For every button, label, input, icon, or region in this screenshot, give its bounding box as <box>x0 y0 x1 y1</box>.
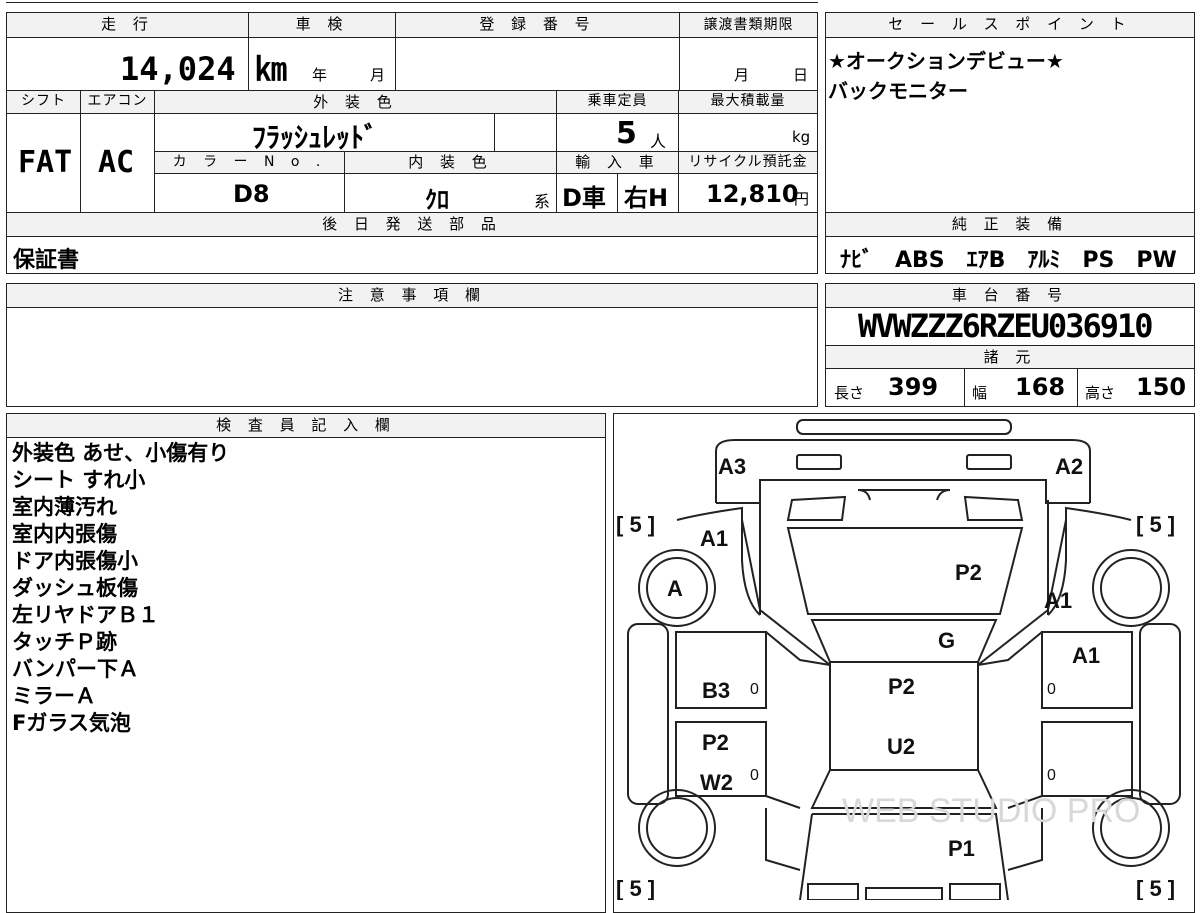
inspector-note: ドア内張傷小 <box>12 549 138 573</box>
sales-point-item: バックモニター <box>828 79 968 103</box>
mileage-value: 14,024 ㎞ <box>120 50 287 88</box>
ext-color-header: 外 装 色 <box>155 91 556 113</box>
equipment-header: 純 正 装 備 <box>826 213 1194 236</box>
inspection-year: 年 <box>312 66 328 84</box>
tread-rear-left: [ 5 ] <box>616 876 655 900</box>
equipment-value: ﾅﾋﾞ ABS ｴｱB ｱﾙﾐ PS PW <box>840 248 1177 273</box>
label-rear-door-left-1: P2 <box>702 730 729 755</box>
label-windshield: G <box>938 628 955 653</box>
zero-mark: 0 <box>1047 767 1056 784</box>
capacity-header: 乗車定員 <box>557 91 678 113</box>
deadline-day: 日 <box>793 66 809 84</box>
inspector-note: バンパー下Ａ <box>12 657 140 681</box>
inspector-note: 室内内張傷 <box>12 522 117 546</box>
chassis-number: WVWZZZ6RZEU036910 <box>858 307 1154 345</box>
inspector-header: 検 査 員 記 入 欄 <box>7 414 605 437</box>
deadline-month: 月 <box>734 66 750 84</box>
tread-front-left: [ 5 ] <box>616 512 655 537</box>
inspector-note: 外装色 あせ、小傷有り <box>12 441 230 465</box>
label-trunk: P1 <box>948 836 975 861</box>
label-front-door-right: A1 <box>1072 643 1100 668</box>
deadline-header: 譲渡書類期限 <box>680 13 817 37</box>
inspector-note: ダッシュ板傷 <box>12 576 138 600</box>
aircon-header: エアコン <box>81 91 154 113</box>
int-color-suffix: 系 <box>534 192 551 211</box>
chassis-header: 車 台 番 号 <box>826 284 1194 307</box>
label-roof-rear: U2 <box>887 734 915 759</box>
label-fender-right: A1 <box>1044 588 1072 613</box>
sales-point-item: ★オークションデビュー★ <box>828 49 1064 73</box>
label-roof: P2 <box>888 674 915 699</box>
capacity-value: 5 <box>616 116 637 151</box>
zero-mark: 0 <box>750 681 759 698</box>
inspector-note: Fガラス気泡 <box>12 711 131 735</box>
watermark: WEB STUDIO PRO <box>842 792 1140 830</box>
notes-header: 注 意 事 項 欄 <box>7 284 817 307</box>
label-wheel-front-left: A <box>667 576 683 601</box>
car-damage-diagram: A3 A2 [ 5 ] [ 5 ] A1 A P2 A1 G A1 P2 B3 … <box>616 419 1181 900</box>
max-load-header: 最大積載量 <box>679 91 817 113</box>
tread-front-right: [ 5 ] <box>1136 512 1175 537</box>
zero-mark: 0 <box>1047 681 1056 698</box>
shift-value: FAT <box>18 145 73 180</box>
inspector-note: 室内薄汚れ <box>12 495 117 519</box>
label-front-left: A3 <box>718 454 746 479</box>
label-front-right: A2 <box>1055 454 1083 479</box>
later-parts-value: 保証書 <box>13 248 80 273</box>
sales-points-list: ★オークションデビュー★ バックモニター <box>828 46 1064 106</box>
inspector-note: ミラーＡ <box>12 684 96 708</box>
recycle-value: 12,810 <box>706 180 799 208</box>
label-fender-left: A1 <box>700 526 728 551</box>
specs-header: 諸 元 <box>826 346 1194 368</box>
steering-value: 右H <box>624 184 669 212</box>
import-header: 輸 入 車 <box>557 152 678 173</box>
ext-color-value: ﾌﾗｯｼｭﾚｯﾄﾞ <box>252 121 379 154</box>
int-color-header: 内 装 色 <box>345 152 556 173</box>
inspector-note: シート すれ小 <box>12 468 146 492</box>
import-type: D車 <box>562 184 606 212</box>
length-value: 399 <box>888 373 939 401</box>
int-color-value: ｸﾛ <box>425 186 449 214</box>
height-label: 高さ <box>1085 384 1116 402</box>
width-value: 168 <box>1015 373 1066 401</box>
label-hood: P2 <box>955 560 982 585</box>
later-parts-header: 後 日 発 送 部 品 <box>7 213 817 236</box>
mileage-header: 走 行 <box>7 13 248 37</box>
inspector-note: タッチＰ跡 <box>12 630 117 654</box>
inspector-note: 左リヤドアＢ１ <box>12 603 159 627</box>
capacity-unit: 人 <box>650 132 667 151</box>
registration-header: 登 録 番 号 <box>396 13 679 37</box>
color-no-header: カ ラ ー N o . <box>155 152 344 173</box>
height-value: 150 <box>1136 373 1187 401</box>
inspection-month: 月 <box>370 66 386 84</box>
shift-header: シフト <box>7 91 80 113</box>
label-front-door-left: B3 <box>702 678 730 703</box>
zero-mark: 0 <box>750 767 759 784</box>
width-label: 幅 <box>972 384 988 402</box>
length-label: 長さ <box>834 384 865 402</box>
inspection-header: 車 検 <box>249 13 395 37</box>
inspector-notes-list: 外装色 あせ、小傷有り シート すれ小 室内薄汚れ 室内内張傷 ドア内張傷小 ダ… <box>12 440 229 737</box>
label-rear-door-left-2: W2 <box>700 770 733 795</box>
color-no-value: D8 <box>233 180 270 208</box>
sales-points-header: セ ー ル ス ポ イ ン ト <box>826 13 1194 37</box>
aircon-value: AC <box>98 145 135 180</box>
max-load-unit: kg <box>792 128 811 146</box>
recycle-header: リサイクル預託金 <box>679 152 817 173</box>
recycle-unit: 円 <box>794 190 810 208</box>
tread-rear-right: [ 5 ] <box>1136 876 1175 900</box>
